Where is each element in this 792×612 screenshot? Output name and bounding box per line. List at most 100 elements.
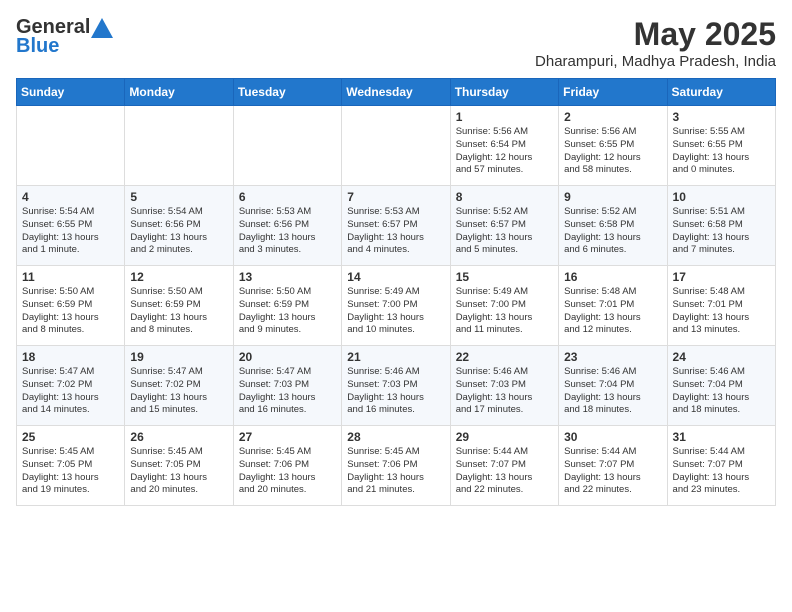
cell-info: Sunrise: 5:53 AM Sunset: 6:57 PM Dayligh… — [347, 206, 444, 257]
day-number: 20 — [239, 350, 336, 364]
cell-info: Sunrise: 5:46 AM Sunset: 7:04 PM Dayligh… — [564, 366, 661, 417]
calendar-cell: 6 Sunrise: 5:53 AM Sunset: 6:56 PM Daylig… — [233, 186, 341, 266]
cell-info: Sunrise: 5:45 AM Sunset: 7:05 PM Dayligh… — [22, 446, 119, 497]
day-number: 12 — [130, 270, 227, 284]
cell-info: Sunrise: 5:50 AM Sunset: 6:59 PM Dayligh… — [239, 286, 336, 337]
title-section: May 2025 Dharampuri, Madhya Pradesh, Ind… — [535, 16, 776, 70]
calendar-cell: 1 Sunrise: 5:56 AM Sunset: 6:54 PM Daylig… — [450, 106, 558, 186]
day-number: 16 — [564, 270, 661, 284]
logo-blue-text: Blue — [16, 35, 59, 57]
day-number: 2 — [564, 110, 661, 124]
day-header-saturday: Saturday — [667, 79, 775, 106]
day-number: 7 — [347, 190, 444, 204]
calendar-cell: 7 Sunrise: 5:53 AM Sunset: 6:57 PM Daylig… — [342, 186, 450, 266]
calendar-cell: 4Sunrise: 5:54 AM Sunset: 6:55 PM Daylig… — [17, 186, 125, 266]
location-title: Dharampuri, Madhya Pradesh, India — [535, 53, 776, 70]
day-header-monday: Monday — [125, 79, 233, 106]
cell-info: Sunrise: 5:44 AM Sunset: 7:07 PM Dayligh… — [673, 446, 770, 497]
calendar-cell — [125, 106, 233, 186]
cell-info: Sunrise: 5:51 AM Sunset: 6:58 PM Dayligh… — [673, 206, 770, 257]
cell-info: Sunrise: 5:52 AM Sunset: 6:57 PM Dayligh… — [456, 206, 553, 257]
calendar-cell: 23Sunrise: 5:46 AM Sunset: 7:04 PM Dayli… — [559, 346, 667, 426]
calendar-cell: 27 Sunrise: 5:45 AM Sunset: 7:06 PM Dayli… — [233, 426, 341, 506]
calendar-cell: 29 Sunrise: 5:44 AM Sunset: 7:07 PM Dayli… — [450, 426, 558, 506]
calendar-cell: 10 Sunrise: 5:51 AM Sunset: 6:58 PM Dayli… — [667, 186, 775, 266]
calendar-cell: 17Sunrise: 5:48 AM Sunset: 7:01 PM Dayli… — [667, 266, 775, 346]
cell-info: Sunrise: 5:45 AM Sunset: 7:06 PM Dayligh… — [347, 446, 444, 497]
calendar-cell — [342, 106, 450, 186]
day-number: 26 — [130, 430, 227, 444]
cell-info: Sunrise: 5:48 AM Sunset: 7:01 PM Dayligh… — [673, 286, 770, 337]
day-number: 15 — [456, 270, 553, 284]
day-number: 14 — [347, 270, 444, 284]
calendar-table: SundayMondayTuesdayWednesdayThursdayFrid… — [16, 78, 776, 506]
calendar-cell: 14 Sunrise: 5:49 AM Sunset: 7:00 PM Dayli… — [342, 266, 450, 346]
logo-triangle-icon — [91, 18, 113, 38]
calendar-cell: 22 Sunrise: 5:46 AM Sunset: 7:03 PM Dayli… — [450, 346, 558, 426]
calendar-week-3: 18 Sunrise: 5:47 AM Sunset: 7:02 PM Dayli… — [17, 346, 776, 426]
calendar-cell: 2 Sunrise: 5:56 AM Sunset: 6:55 PM Daylig… — [559, 106, 667, 186]
day-number: 29 — [456, 430, 553, 444]
cell-info: Sunrise: 5:47 AM Sunset: 7:03 PM Dayligh… — [239, 366, 336, 417]
cell-info: Sunrise: 5:53 AM Sunset: 6:56 PM Dayligh… — [239, 206, 336, 257]
cell-info: Sunrise: 5:45 AM Sunset: 7:06 PM Dayligh… — [239, 446, 336, 497]
page-header: General Blue May 2025 Dharampuri, Madhya… — [16, 16, 776, 70]
day-number: 22 — [456, 350, 553, 364]
calendar-cell — [233, 106, 341, 186]
day-number: 1 — [456, 110, 553, 124]
cell-info: Sunrise: 5:56 AM Sunset: 6:54 PM Dayligh… — [456, 126, 553, 177]
calendar-cell: 24Sunrise: 5:46 AM Sunset: 7:04 PM Dayli… — [667, 346, 775, 426]
calendar-cell: 31 Sunrise: 5:44 AM Sunset: 7:07 PM Dayli… — [667, 426, 775, 506]
cell-info: Sunrise: 5:47 AM Sunset: 7:02 PM Dayligh… — [130, 366, 227, 417]
calendar-cell: 30 Sunrise: 5:44 AM Sunset: 7:07 PM Dayli… — [559, 426, 667, 506]
calendar-cell: 16 Sunrise: 5:48 AM Sunset: 7:01 PM Dayli… — [559, 266, 667, 346]
day-number: 21 — [347, 350, 444, 364]
day-header-thursday: Thursday — [450, 79, 558, 106]
day-header-friday: Friday — [559, 79, 667, 106]
calendar-cell: 15Sunrise: 5:49 AM Sunset: 7:00 PM Dayli… — [450, 266, 558, 346]
calendar-cell: 19 Sunrise: 5:47 AM Sunset: 7:02 PM Dayli… — [125, 346, 233, 426]
day-number: 6 — [239, 190, 336, 204]
day-number: 8 — [456, 190, 553, 204]
day-number: 28 — [347, 430, 444, 444]
day-number: 19 — [130, 350, 227, 364]
day-number: 10 — [673, 190, 770, 204]
logo: General Blue — [16, 16, 114, 58]
calendar-cell: 25 Sunrise: 5:45 AM Sunset: 7:05 PM Dayli… — [17, 426, 125, 506]
cell-info: Sunrise: 5:48 AM Sunset: 7:01 PM Dayligh… — [564, 286, 661, 337]
calendar-cell: 9Sunrise: 5:52 AM Sunset: 6:58 PM Daylig… — [559, 186, 667, 266]
cell-info: Sunrise: 5:52 AM Sunset: 6:58 PM Dayligh… — [564, 206, 661, 257]
calendar-week-1: 4Sunrise: 5:54 AM Sunset: 6:55 PM Daylig… — [17, 186, 776, 266]
calendar-cell: 3Sunrise: 5:55 AM Sunset: 6:55 PM Daylig… — [667, 106, 775, 186]
day-number: 24 — [673, 350, 770, 364]
day-header-tuesday: Tuesday — [233, 79, 341, 106]
cell-info: Sunrise: 5:44 AM Sunset: 7:07 PM Dayligh… — [564, 446, 661, 497]
calendar-cell: 12 Sunrise: 5:50 AM Sunset: 6:59 PM Dayli… — [125, 266, 233, 346]
cell-info: Sunrise: 5:49 AM Sunset: 7:00 PM Dayligh… — [347, 286, 444, 337]
cell-info: Sunrise: 5:54 AM Sunset: 6:56 PM Dayligh… — [130, 206, 227, 257]
cell-info: Sunrise: 5:56 AM Sunset: 6:55 PM Dayligh… — [564, 126, 661, 177]
cell-info: Sunrise: 5:46 AM Sunset: 7:03 PM Dayligh… — [456, 366, 553, 417]
cell-info: Sunrise: 5:50 AM Sunset: 6:59 PM Dayligh… — [130, 286, 227, 337]
day-number: 18 — [22, 350, 119, 364]
day-number: 11 — [22, 270, 119, 284]
month-title: May 2025 — [535, 16, 776, 53]
calendar-cell: 26 Sunrise: 5:45 AM Sunset: 7:05 PM Dayli… — [125, 426, 233, 506]
cell-info: Sunrise: 5:45 AM Sunset: 7:05 PM Dayligh… — [130, 446, 227, 497]
calendar-cell: 11 Sunrise: 5:50 AM Sunset: 6:59 PM Dayli… — [17, 266, 125, 346]
day-number: 27 — [239, 430, 336, 444]
cell-info: Sunrise: 5:46 AM Sunset: 7:03 PM Dayligh… — [347, 366, 444, 417]
calendar-cell: 13 Sunrise: 5:50 AM Sunset: 6:59 PM Dayli… — [233, 266, 341, 346]
day-number: 30 — [564, 430, 661, 444]
calendar-header-row: SundayMondayTuesdayWednesdayThursdayFrid… — [17, 79, 776, 106]
calendar-week-0: 1 Sunrise: 5:56 AM Sunset: 6:54 PM Daylig… — [17, 106, 776, 186]
calendar-cell: 8 Sunrise: 5:52 AM Sunset: 6:57 PM Daylig… — [450, 186, 558, 266]
calendar-cell: 5 Sunrise: 5:54 AM Sunset: 6:56 PM Daylig… — [125, 186, 233, 266]
day-number: 25 — [22, 430, 119, 444]
cell-info: Sunrise: 5:44 AM Sunset: 7:07 PM Dayligh… — [456, 446, 553, 497]
day-number: 13 — [239, 270, 336, 284]
day-header-wednesday: Wednesday — [342, 79, 450, 106]
day-number: 31 — [673, 430, 770, 444]
day-number: 5 — [130, 190, 227, 204]
cell-info: Sunrise: 5:50 AM Sunset: 6:59 PM Dayligh… — [22, 286, 119, 337]
